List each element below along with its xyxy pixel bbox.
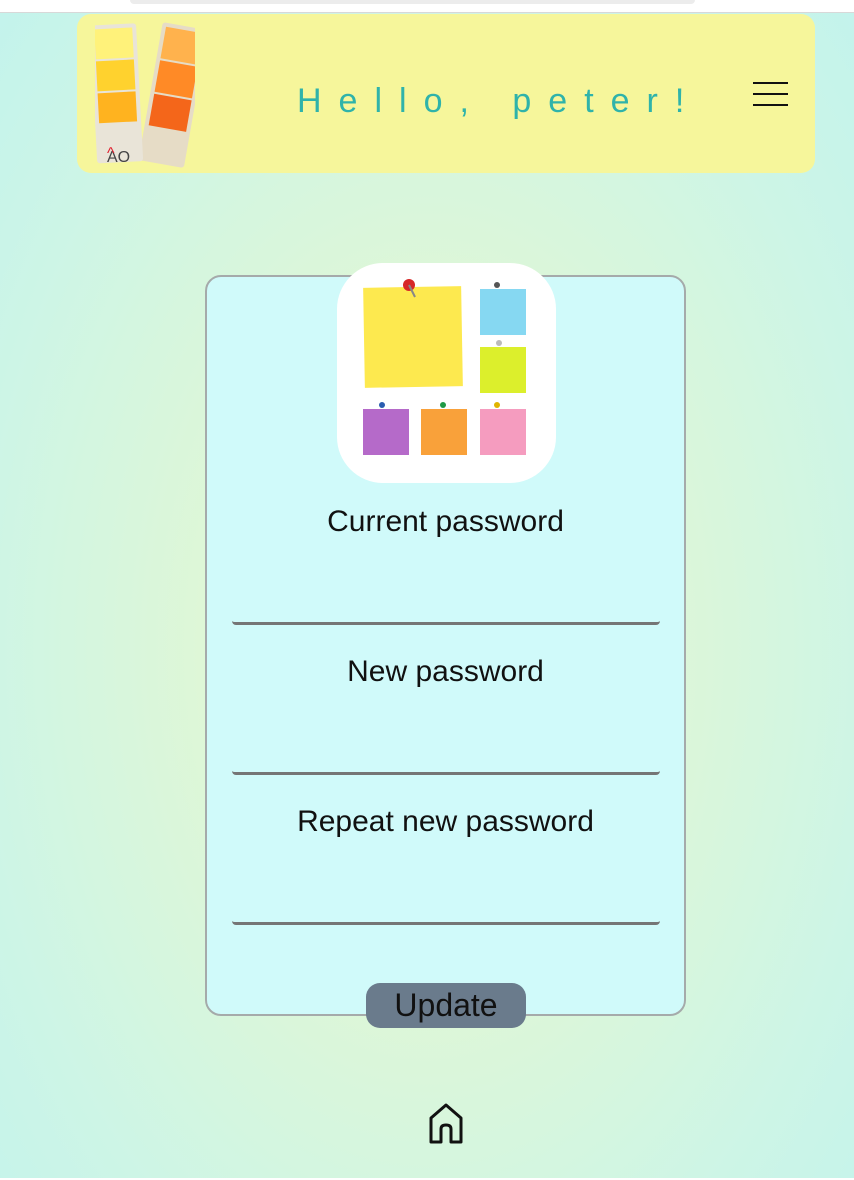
app-header: AO ^ Hello, peter!	[77, 14, 815, 173]
repeat-new-password-input[interactable]	[232, 877, 660, 925]
logo-accent-mark: ^	[107, 145, 115, 162]
menu-line-top	[753, 82, 788, 84]
browser-address-bar-edge	[130, 0, 695, 4]
greeting-text: Hello, peter!	[297, 82, 702, 120]
repeat-new-password-label: Repeat new password	[297, 805, 594, 838]
browser-top-strip	[0, 0, 854, 13]
home-icon[interactable]	[426, 1102, 466, 1144]
hamburger-menu-icon[interactable]	[751, 82, 791, 112]
menu-line-bottom	[753, 104, 788, 106]
color-swatch-fan-icon[interactable]: AO ^	[95, 18, 195, 168]
current-password-label: Current password	[327, 505, 564, 538]
sticky-notes-icon	[337, 263, 556, 483]
current-password-input[interactable]	[232, 577, 660, 625]
new-password-label: New password	[347, 655, 544, 688]
new-password-input[interactable]	[232, 727, 660, 775]
update-button[interactable]: Update	[366, 983, 526, 1028]
menu-line-middle	[753, 93, 788, 95]
